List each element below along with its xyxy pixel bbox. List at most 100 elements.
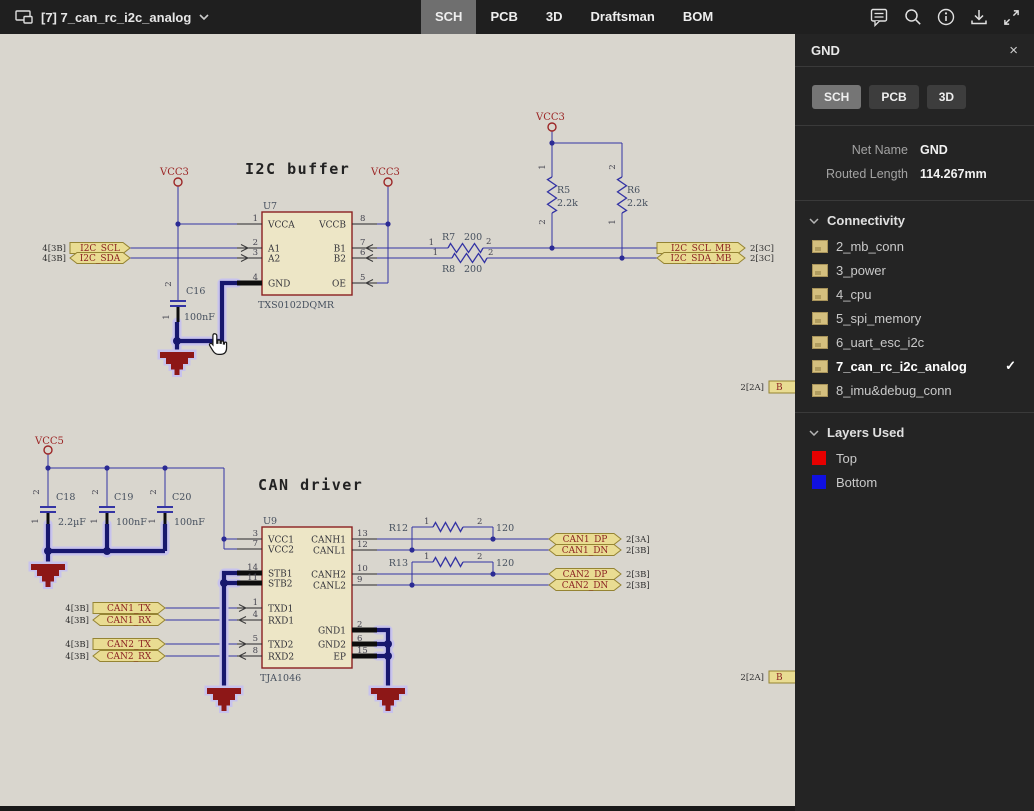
chevron-down-icon [809,429,819,436]
svg-text:200: 200 [464,232,482,243]
power-port-vcc3-c[interactable]: VCC3 [535,112,565,132]
panel-title: GND [811,42,840,58]
svg-text:R7: R7 [442,232,455,243]
comments-icon[interactable] [870,8,889,27]
resistor-symbols[interactable] [432,176,628,568]
svg-text:B: B [776,673,783,683]
svg-text:1: 1 [424,552,429,562]
connectivity-item-current[interactable]: 7_can_rc_i2c_analog ✓ [795,354,1034,378]
svg-text:OE: OE [332,280,346,290]
document-selector[interactable]: [7] 7_can_rc_i2c_analog [0,10,209,25]
layer-item-bottom[interactable]: Bottom [795,470,1034,494]
tab-3d[interactable]: 3D [532,0,577,34]
connectivity-item[interactable]: 3_power [795,258,1034,282]
svg-text:CAN2_DN: CAN2_DN [562,581,609,591]
expand-icon[interactable] [1003,9,1020,26]
routed-length-value: 114.267mm [920,167,987,181]
sheet-icon [812,383,828,397]
tab-sch[interactable]: SCH [421,0,477,34]
svg-text:CANL1: CANL1 [313,547,346,557]
svg-text:120: 120 [496,523,514,534]
svg-text:RXD1: RXD1 [268,617,294,627]
port-can1-dp[interactable]: CAN1_DP 2[3A] [548,533,650,546]
panel-tab-pcb[interactable]: PCB [869,85,919,109]
svg-text:TXD1: TXD1 [268,605,293,615]
download-icon[interactable] [970,8,988,26]
svg-text:120: 120 [496,558,514,569]
port-can2-rx[interactable]: CAN2_RX 4[3B] [65,650,166,663]
svg-text:200: 200 [464,264,482,275]
info-icon[interactable] [937,8,955,26]
svg-text:2: 2 [608,164,618,169]
svg-text:2: 2 [164,281,174,286]
port-can1-rx[interactable]: CAN1_RX 4[3B] [65,614,166,627]
titlebar: [7] 7_can_rc_i2c_analog SCH PCB 3D Draft… [0,0,1034,34]
gnd-symbol[interactable] [368,685,408,714]
svg-text:CANL2: CANL2 [313,582,346,592]
resistor-labels: R5 2.2k 1 2 R6 2.2k 2 1 R7 200 1 2 R8 20… [389,164,648,569]
svg-text:2: 2 [477,517,482,527]
svg-text:4[3B]: 4[3B] [65,640,89,650]
window-edge [0,806,795,811]
svg-text:1: 1 [162,314,172,319]
sheet-icon [812,335,828,349]
svg-text:100nF: 100nF [116,517,147,528]
connectivity-header[interactable]: Connectivity [795,201,1034,234]
svg-text:8: 8 [360,214,365,224]
svg-text:2: 2 [477,552,482,562]
search-icon[interactable] [904,8,922,26]
capacitor-symbols[interactable] [40,299,186,514]
connectivity-item[interactable]: 5_spi_memory [795,306,1034,330]
power-port-vcc3-b[interactable]: VCC3 [370,167,400,187]
svg-text:2[3B]: 2[3B] [626,546,650,556]
layer-item-top[interactable]: Top [795,446,1034,470]
port-can2-dp[interactable]: CAN2_DP 2[3B] [548,568,650,581]
svg-text:GND1: GND1 [318,627,346,637]
gnd-symbol[interactable] [28,561,68,590]
panel-tab-3d[interactable]: 3D [926,85,967,109]
svg-text:2: 2 [538,219,548,224]
power-port-vcc5[interactable]: VCC5 [34,436,64,455]
sheet-icon [812,311,828,325]
gnd-symbol[interactable] [157,349,197,378]
svg-text:B2: B2 [334,255,346,265]
port-can1-dn[interactable]: CAN1_DN 2[3B] [548,544,650,557]
connectivity-item[interactable]: 4_cpu [795,282,1034,306]
panel-tab-sch[interactable]: SCH [812,85,862,109]
svg-text:2[2A]: 2[2A] [740,383,764,393]
port-i2c-sda[interactable]: I2C_SDA 4[3B] [42,252,131,265]
connectivity-item[interactable]: 8_imu&debug_conn [795,378,1034,402]
svg-text:VCC2: VCC2 [267,546,294,556]
connectivity-item[interactable]: 6_uart_esc_i2c [795,330,1034,354]
svg-text:14: 14 [247,563,258,573]
layers-used-header[interactable]: Layers Used [795,413,1034,446]
port-can2-dn[interactable]: CAN2_DN 2[3B] [548,579,650,592]
connectivity-item[interactable]: 2_mb_conn [795,234,1034,258]
svg-text:C18: C18 [56,492,75,503]
schematic-canvas[interactable]: I2C buffer CAN driver U7 TXS0102DQMR U9 … [0,34,795,806]
svg-text:1: 1 [253,214,258,224]
tab-pcb[interactable]: PCB [476,0,531,34]
port-can1-tx[interactable]: CAN1_TX 4[3B] [65,602,166,615]
svg-text:2[3B]: 2[3B] [626,570,650,580]
svg-text:C16: C16 [186,286,205,297]
svg-text:CANH2: CANH2 [311,571,346,581]
svg-text:4[3B]: 4[3B] [42,244,66,254]
svg-text:3: 3 [253,248,258,258]
tab-bom[interactable]: BOM [669,0,727,34]
tab-draftsman[interactable]: Draftsman [577,0,669,34]
sheet-icon [812,263,828,277]
svg-text:4[3B]: 4[3B] [65,652,89,662]
gnd-symbol[interactable] [204,685,244,714]
port-i2c-sda-mb[interactable]: I2C_SDA_MB 2[3C] [656,252,774,265]
power-port-vcc3-a[interactable]: VCC3 [159,167,189,187]
port-edge-top[interactable]: B 2[2A] [740,380,795,394]
svg-text:2.2k: 2.2k [557,198,578,209]
svg-text:13: 13 [357,529,368,539]
port-can2-tx[interactable]: CAN2_TX 4[3B] [65,638,166,651]
close-icon[interactable]: × [1009,42,1018,59]
port-edge-bottom[interactable]: B 2[2A] [740,670,795,684]
svg-text:2: 2 [91,489,101,494]
sheet-icon [812,359,828,373]
svg-text:R12: R12 [389,523,408,534]
